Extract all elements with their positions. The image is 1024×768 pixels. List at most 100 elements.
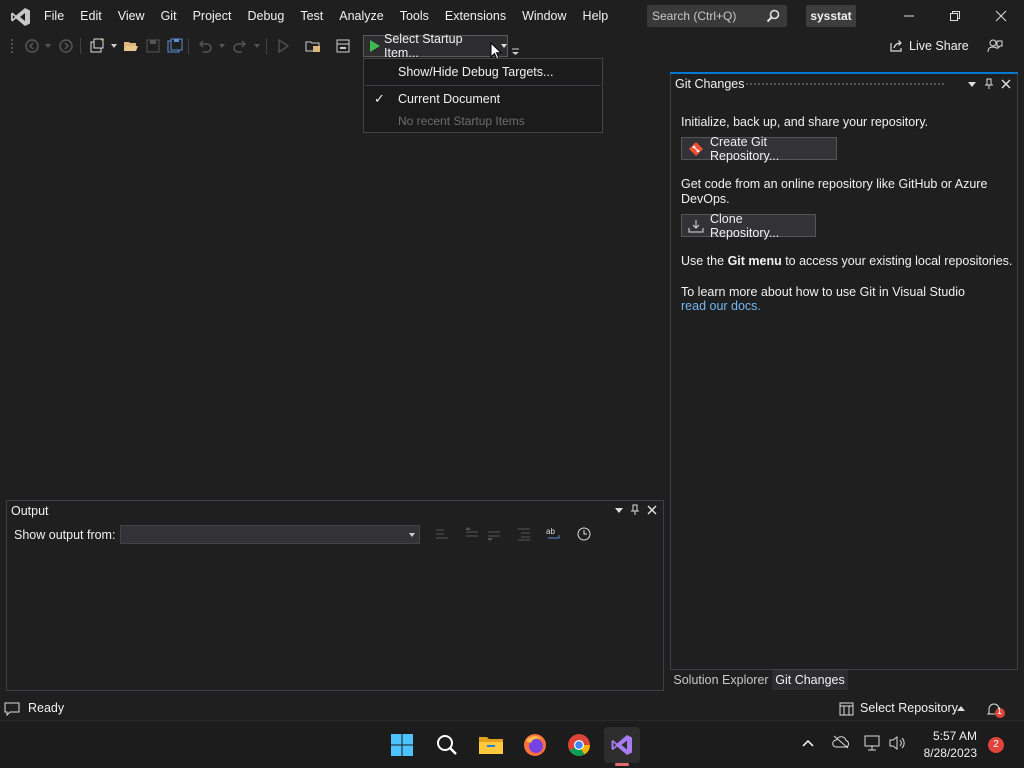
clone-repository-label: Clone Repository...	[710, 211, 780, 240]
clone-download-icon	[688, 218, 704, 234]
menu-view[interactable]: View	[110, 0, 153, 32]
git-repository-icon	[688, 141, 704, 157]
minimize-button[interactable]	[886, 0, 932, 32]
live-share-button[interactable]: Live Share	[889, 38, 969, 53]
menu-separator	[365, 85, 601, 86]
menu-tools[interactable]: Tools	[392, 0, 437, 32]
select-repository-button[interactable]: Select Repository	[860, 701, 958, 715]
show-hide-debug-targets-item[interactable]: Show/Hide Debug Targets...	[398, 65, 553, 79]
toolbar-separator	[266, 38, 267, 54]
menu-file[interactable]: File	[36, 0, 72, 32]
minimize-icon	[904, 15, 914, 17]
network-icon[interactable]	[863, 735, 881, 751]
window-position-dropdown-icon[interactable]	[964, 76, 980, 92]
svg-text:ab: ab	[546, 527, 555, 536]
close-panel-icon[interactable]	[998, 76, 1014, 92]
search-input[interactable]: Search (Ctrl+Q)	[647, 5, 787, 27]
toggle-word-wrap-icon[interactable]: ab	[544, 524, 564, 544]
go-to-previous-message-icon[interactable]	[462, 524, 482, 544]
chrome-icon[interactable]	[561, 727, 597, 763]
menu-debug[interactable]: Debug	[239, 0, 292, 32]
chevron-down-icon	[409, 533, 415, 537]
clock-time[interactable]: 5:57 AM	[925, 729, 977, 743]
toolbar-separator	[188, 38, 189, 54]
menu-edit[interactable]: Edit	[72, 0, 110, 32]
notifications-bell-icon[interactable]	[986, 701, 1006, 719]
live-share-label: Live Share	[909, 38, 969, 53]
clone-repository-button[interactable]: Clone Repository...	[681, 211, 816, 240]
menu-project[interactable]: Project	[185, 0, 240, 32]
pin-icon[interactable]	[981, 76, 997, 92]
menu-test[interactable]: Test	[292, 0, 331, 32]
tab-git-changes[interactable]: Git Changes	[772, 670, 848, 690]
redo-icon[interactable]	[230, 36, 250, 56]
create-git-repository-label: Create Git Repository...	[710, 134, 780, 163]
menu-window[interactable]: Window	[514, 0, 574, 32]
clock-icon[interactable]	[574, 524, 594, 544]
solution-name-badge[interactable]: sysstat	[806, 5, 856, 27]
menu-analyze[interactable]: Analyze	[331, 0, 391, 32]
toolbar-grip[interactable]	[10, 38, 14, 54]
visual-studio-logo-icon[interactable]	[10, 6, 32, 28]
title-bar: File Edit View Git Project Debug Test An…	[0, 0, 1024, 32]
share-icon	[889, 38, 904, 53]
output-window-icon[interactable]	[4, 701, 20, 717]
startup-item-label: Select Startup Item...	[384, 32, 463, 60]
open-folder-view-icon[interactable]	[303, 36, 323, 56]
firefox-icon[interactable]	[517, 727, 553, 763]
create-git-repository-button[interactable]: Create Git Repository...	[681, 134, 837, 163]
notification-count-badge[interactable]: 2	[988, 737, 1004, 753]
output-source-select[interactable]	[120, 525, 420, 544]
visual-studio-taskbar-icon[interactable]	[604, 727, 640, 763]
panel-drag-grip[interactable]	[745, 82, 945, 87]
feedback-icon[interactable]	[987, 38, 1003, 54]
new-project-icon[interactable]	[87, 36, 107, 56]
menu-help[interactable]: Help	[575, 0, 617, 32]
window-position-dropdown-icon[interactable]	[611, 502, 627, 518]
clear-all-icon[interactable]	[514, 524, 534, 544]
no-recent-startup-items: No recent Startup Items	[398, 114, 525, 128]
navigate-forward-icon[interactable]	[56, 36, 76, 56]
chevron-down-icon[interactable]	[254, 44, 260, 48]
read-our-docs-link[interactable]: read our docs.	[681, 299, 761, 313]
windows-start-icon[interactable]	[384, 727, 420, 763]
close-panel-icon[interactable]	[644, 502, 660, 518]
chevron-down-icon[interactable]	[219, 44, 225, 48]
close-button[interactable]	[978, 0, 1024, 32]
menu-git[interactable]: Git	[153, 0, 185, 32]
init-repository-text: Initialize, back up, and share your repo…	[681, 115, 929, 129]
show-output-from-label: Show output from:	[14, 528, 116, 542]
tab-solution-explorer[interactable]: Solution Explorer	[670, 670, 772, 690]
output-title: Output	[11, 504, 49, 518]
find-message-in-code-icon[interactable]	[432, 524, 452, 544]
toolbar-separator	[80, 38, 81, 54]
toolbar-overflow-icon[interactable]	[512, 48, 520, 56]
undo-icon[interactable]	[195, 36, 215, 56]
start-without-debugging-icon[interactable]	[273, 36, 293, 56]
taskbar-search-icon[interactable]	[429, 727, 465, 763]
navigate-back-icon[interactable]	[22, 36, 42, 56]
chevron-down-icon[interactable]	[45, 44, 51, 48]
select-startup-item-button[interactable]: Select Startup Item...	[363, 32, 508, 60]
save-icon[interactable]	[143, 36, 163, 56]
volume-icon[interactable]	[888, 735, 906, 751]
file-explorer-icon[interactable]	[473, 727, 509, 763]
go-to-next-message-icon[interactable]	[484, 524, 504, 544]
chevron-up-icon[interactable]	[957, 706, 965, 711]
chevron-down-icon[interactable]	[111, 44, 117, 48]
onedrive-offline-icon[interactable]	[832, 735, 850, 749]
pin-icon[interactable]	[627, 502, 643, 518]
close-icon	[995, 10, 1007, 22]
open-folder-icon[interactable]	[121, 36, 141, 56]
search-icon	[765, 8, 781, 24]
windows-taskbar: 5:57 AM 8/28/2023 2	[0, 720, 1024, 768]
clone-description-line2: DevOps.	[681, 192, 730, 206]
clock-date[interactable]: 8/28/2023	[915, 746, 977, 760]
save-all-icon[interactable]	[165, 36, 185, 56]
menu-extensions[interactable]: Extensions	[437, 0, 514, 32]
show-hidden-icons-chevron-icon[interactable]	[802, 739, 814, 747]
current-document-item[interactable]: Current Document	[398, 92, 500, 106]
clone-description-line1: Get code from an online repository like …	[681, 177, 988, 191]
solution-explorer-view-icon[interactable]	[333, 36, 353, 56]
restore-button[interactable]	[932, 0, 978, 32]
